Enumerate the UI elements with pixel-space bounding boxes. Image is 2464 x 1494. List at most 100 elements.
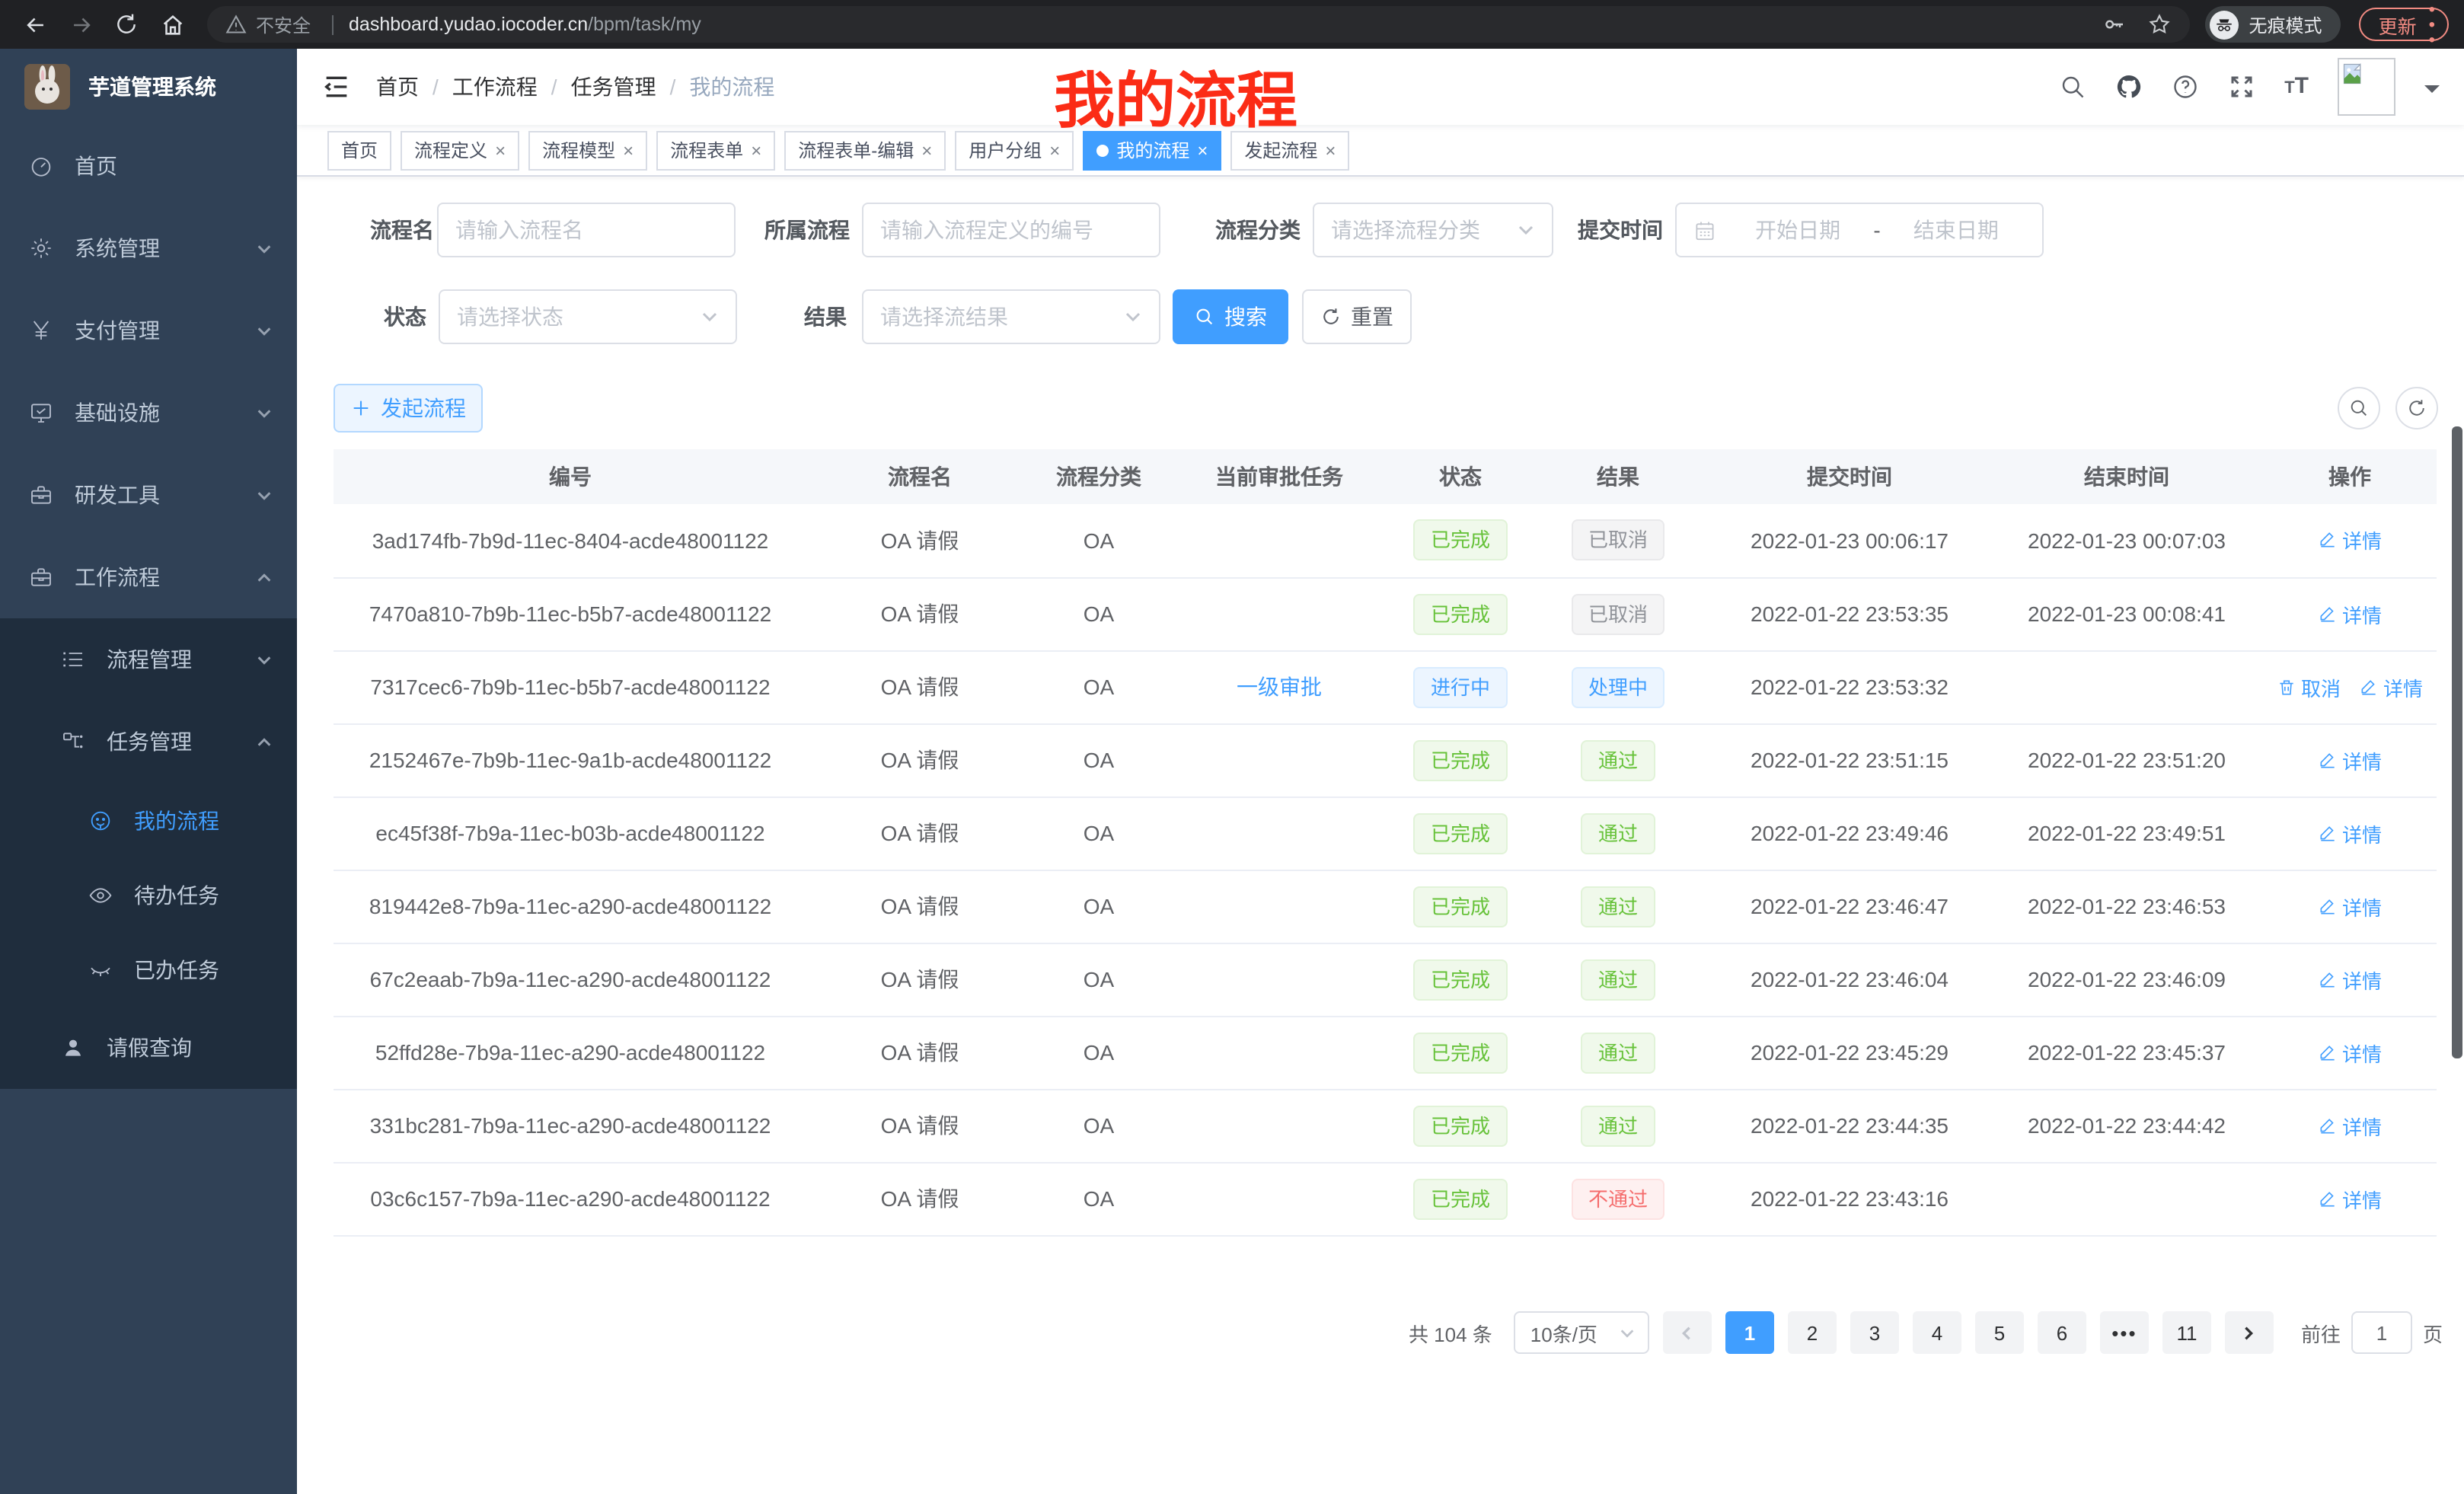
result-badge: 不通过 (1572, 1178, 1664, 1219)
cancel-button[interactable]: 取消 (2277, 672, 2341, 701)
detail-button[interactable]: 详情 (2318, 892, 2382, 921)
col-id: 编号 (334, 449, 807, 504)
chevron-left-icon (1679, 1324, 1696, 1341)
annotation-overlay: 我的流程 (1054, 52, 1297, 140)
edit-pen-icon (2318, 823, 2338, 843)
chevron-down-icon (256, 404, 273, 421)
detail-button[interactable]: 详情 (2318, 526, 2382, 555)
edit-pen-icon (2318, 750, 2338, 770)
col-actions: 操作 (2263, 449, 2437, 504)
incognito-icon (2210, 10, 2239, 39)
detail-button[interactable]: 详情 (2359, 672, 2423, 701)
key-icon[interactable] (2102, 12, 2126, 37)
sidebar-item-process-mgmt[interactable]: 流程管理 (0, 618, 297, 701)
close-icon[interactable]: × (1049, 141, 1060, 159)
forward-icon[interactable] (61, 5, 101, 44)
toggle-search-button[interactable] (2338, 387, 2380, 429)
sidebar-item-done-tasks[interactable]: 已办任务 (0, 932, 297, 1007)
chevron-down-icon (1517, 221, 1535, 239)
sidebar-item-infra[interactable]: 基础设施 (0, 372, 297, 454)
page-button-3[interactable]: 3 (1850, 1311, 1899, 1354)
col-result: 结果 (1527, 449, 1709, 504)
home-icon[interactable] (152, 5, 192, 44)
tab-process-form[interactable]: 流程表单× (656, 130, 775, 170)
sidebar-item-task-mgmt[interactable]: 任务管理 (0, 701, 297, 783)
detail-button[interactable]: 详情 (2318, 965, 2382, 994)
page-button-4[interactable]: 4 (1913, 1311, 1961, 1354)
sidebar-item-payment[interactable]: 支付管理 (0, 289, 297, 372)
collapse-sidebar-icon[interactable] (321, 72, 352, 102)
process-category-select[interactable]: 请选择流程分类 (1313, 203, 1553, 257)
back-icon[interactable] (15, 5, 55, 44)
window-scrollbar[interactable] (2452, 426, 2462, 1058)
process-definition-input[interactable]: 请输入流程定义的编号 (862, 203, 1160, 257)
goto-page-input[interactable] (2351, 1311, 2412, 1354)
chevron-down-icon (256, 240, 273, 257)
page-button-6[interactable]: 6 (2038, 1311, 2086, 1354)
page-size-select[interactable]: 10条/页 (1514, 1311, 1649, 1354)
help-icon[interactable] (2172, 73, 2199, 101)
detail-button[interactable]: 详情 (2318, 819, 2382, 848)
detail-button[interactable]: 详情 (2318, 1184, 2382, 1213)
close-icon[interactable]: × (751, 141, 761, 159)
next-page-button[interactable] (2225, 1311, 2274, 1354)
sidebar-item-workflow[interactable]: 工作流程 (0, 536, 297, 618)
search-button[interactable]: 搜索 (1173, 289, 1288, 344)
more-pages-icon[interactable]: ••• (2100, 1311, 2149, 1354)
caret-down-icon[interactable] (2424, 85, 2440, 101)
result-badge: 已取消 (1572, 593, 1664, 634)
sidebar-item-leave-query[interactable]: 请假查询 (0, 1007, 297, 1089)
sidebar-menu: 首页 系统管理 支付管理 基础设施 (0, 125, 297, 1089)
submit-time-range-picker[interactable]: 开始日期 - 结束日期 (1675, 203, 2044, 257)
tab-process-definition[interactable]: 流程定义× (401, 130, 519, 170)
sidebar-item-home[interactable]: 首页 (0, 125, 297, 207)
bookmark-star-icon[interactable] (2147, 12, 2172, 37)
breadcrumb-task-mgmt[interactable]: 任务管理 (571, 72, 656, 102)
result-select[interactable]: 请选择流结果 (862, 289, 1160, 344)
url-bar[interactable]: 不安全 dashboard.yudao.iocoder.cn/bpm/task/… (207, 6, 2190, 43)
close-icon[interactable]: × (1197, 141, 1208, 159)
sidebar-item-todo-tasks[interactable]: 待办任务 (0, 857, 297, 932)
table-row: 2152467e-7b9b-11ec-9a1b-acde48001122OA 请… (334, 723, 2437, 796)
fullscreen-icon[interactable] (2228, 73, 2255, 101)
table-row: 7317cec6-7b9b-11ec-b5b7-acde48001122OA 请… (334, 650, 2437, 723)
sidebar-item-devtools[interactable]: 研发工具 (0, 454, 297, 536)
start-process-button[interactable]: 发起流程 (334, 384, 483, 433)
page-button-11[interactable]: 11 (2162, 1311, 2211, 1354)
monitor-icon (29, 401, 53, 425)
sidebar-item-my-process[interactable]: 我的流程 (0, 783, 297, 857)
app-logo[interactable]: 芋道管理系统 (0, 49, 297, 125)
avatar[interactable] (2338, 58, 2395, 116)
font-size-icon[interactable]: TT (2284, 72, 2309, 101)
page-button-1[interactable]: 1 (1725, 1311, 1774, 1354)
page-button-5[interactable]: 5 (1975, 1311, 2024, 1354)
close-icon[interactable]: × (623, 141, 634, 159)
browser-menu-icon[interactable]: ••• (2429, 2, 2435, 47)
browser-update-button[interactable]: 更新 ••• (2359, 8, 2449, 41)
refresh-table-button[interactable] (2395, 387, 2438, 429)
status-badge: 已完成 (1414, 1178, 1507, 1219)
current-task-link[interactable]: 一级审批 (1237, 675, 1322, 699)
detail-button[interactable]: 详情 (2318, 1038, 2382, 1067)
close-icon[interactable]: × (1325, 141, 1336, 159)
page-button-2[interactable]: 2 (1788, 1311, 1837, 1354)
tab-home[interactable]: 首页 (327, 130, 391, 170)
detail-button[interactable]: 详情 (2318, 745, 2382, 774)
close-icon[interactable]: × (495, 141, 506, 159)
detail-button[interactable]: 详情 (2318, 599, 2382, 628)
breadcrumb-home[interactable]: 首页 (376, 72, 419, 102)
close-icon[interactable]: × (921, 141, 932, 159)
reload-icon[interactable] (107, 5, 146, 44)
reset-button[interactable]: 重置 (1302, 289, 1412, 344)
github-icon[interactable] (2115, 73, 2143, 101)
header-search-icon[interactable] (2059, 73, 2086, 101)
tab-process-model[interactable]: 流程模型× (528, 130, 647, 170)
sidebar-item-system[interactable]: 系统管理 (0, 207, 297, 289)
breadcrumb-workflow[interactable]: 工作流程 (452, 72, 538, 102)
tab-process-form-edit[interactable]: 流程表单-编辑× (784, 130, 946, 170)
status-select[interactable]: 请选择状态 (439, 289, 737, 344)
prev-page-button[interactable] (1663, 1311, 1712, 1354)
process-name-input[interactable]: 请输入流程名 (437, 203, 736, 257)
detail-button[interactable]: 详情 (2318, 1111, 2382, 1140)
result-badge: 通过 (1581, 959, 1655, 1000)
